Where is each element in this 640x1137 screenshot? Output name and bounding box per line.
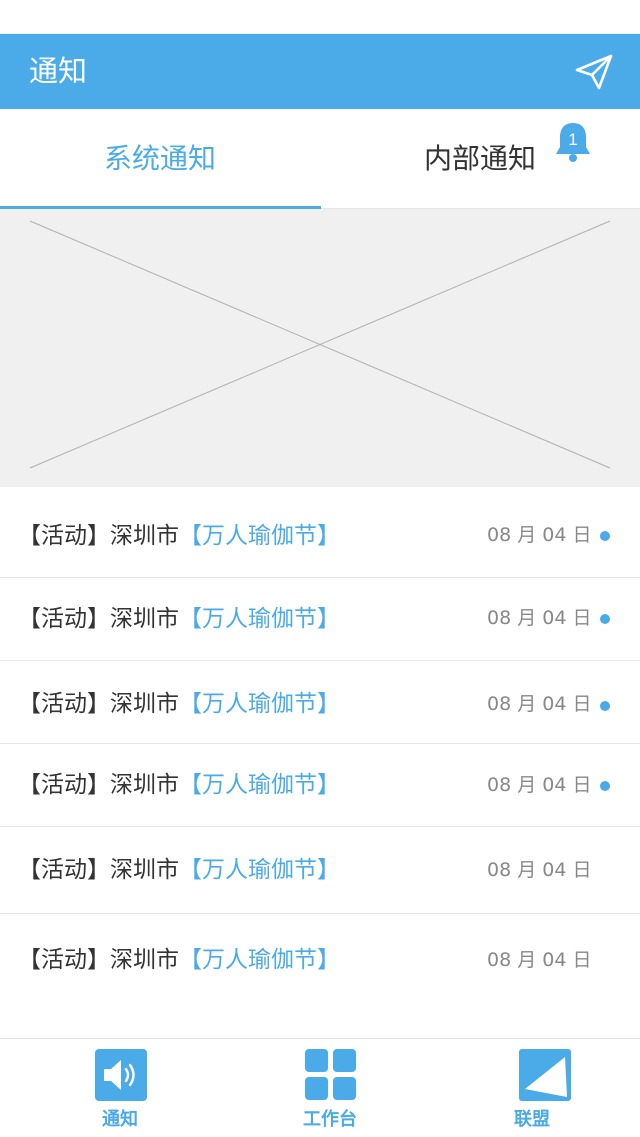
nav-label-workbench: 工作台 [303, 1109, 357, 1130]
bell-badge-icon: 1 [556, 123, 590, 162]
image-placeholder-icon [29, 220, 611, 469]
notification-date: 08 月 04 日 [487, 607, 592, 629]
app-header: 通知 [0, 34, 640, 109]
notification-date: 08 月 04 日 [487, 949, 592, 971]
notification-date: 08 月 04 日 [487, 859, 592, 881]
notification-row[interactable]: 【活动】深圳市【万人瑜伽节】 08 月 04 日 [0, 914, 640, 1004]
nav-item-alliance[interactable]: 联盟 [424, 1039, 640, 1137]
unread-dot [600, 781, 610, 791]
send-paper-plane-icon[interactable] [574, 54, 614, 90]
unread-dot [600, 701, 610, 711]
unread-dot [600, 531, 610, 541]
grid-icon [305, 1049, 356, 1100]
notification-row[interactable]: 【活动】深圳市【万人瑜伽节】 08 月 04 日 [0, 487, 640, 578]
notification-row[interactable]: 【活动】深圳市【万人瑜伽节】 08 月 04 日 [0, 744, 640, 827]
notification-row[interactable]: 【活动】深圳市【万人瑜伽节】 08 月 04 日 [0, 578, 640, 661]
nav-item-workbench[interactable]: 工作台 [210, 1039, 450, 1137]
notification-date: 08 月 04 日 [487, 524, 592, 546]
tab-bar: 系统通知 内部通知 [0, 109, 640, 209]
notification-date: 08 月 04 日 [487, 693, 592, 715]
notification-date: 08 月 04 日 [487, 774, 592, 796]
nav-label-alliance: 联盟 [514, 1109, 550, 1130]
notification-title: 【活动】深圳市【万人瑜伽节】 [18, 606, 340, 632]
notification-title: 【活动】深圳市【万人瑜伽节】 [18, 857, 340, 883]
notification-title: 【活动】深圳市【万人瑜伽节】 [18, 772, 340, 798]
nav-item-notice[interactable]: 通知 [0, 1039, 240, 1137]
notification-title: 【活动】深圳市【万人瑜伽节】 [18, 523, 340, 549]
notification-row[interactable]: 【活动】深圳市【万人瑜伽节】 08 月 04 日 [0, 661, 640, 744]
notification-title: 【活动】深圳市【万人瑜伽节】 [18, 947, 340, 973]
tab-system-notice[interactable]: 系统通知 [0, 109, 320, 209]
notification-title: 【活动】深圳市【万人瑜伽节】 [18, 691, 340, 717]
nav-label-notice: 通知 [102, 1109, 138, 1130]
speaker-icon [95, 1049, 147, 1101]
bottom-nav-bar: 通知 工作台 联盟 [0, 1038, 640, 1136]
unread-dot [600, 614, 610, 624]
banner-image[interactable] [0, 209, 640, 487]
triangle-icon [519, 1049, 571, 1101]
notification-row[interactable]: 【活动】深圳市【万人瑜伽节】 08 月 04 日 [0, 827, 640, 914]
unread-badge-count: 1 [568, 130, 577, 149]
page-title: 通知 [29, 54, 88, 88]
status-bar [0, 0, 640, 34]
